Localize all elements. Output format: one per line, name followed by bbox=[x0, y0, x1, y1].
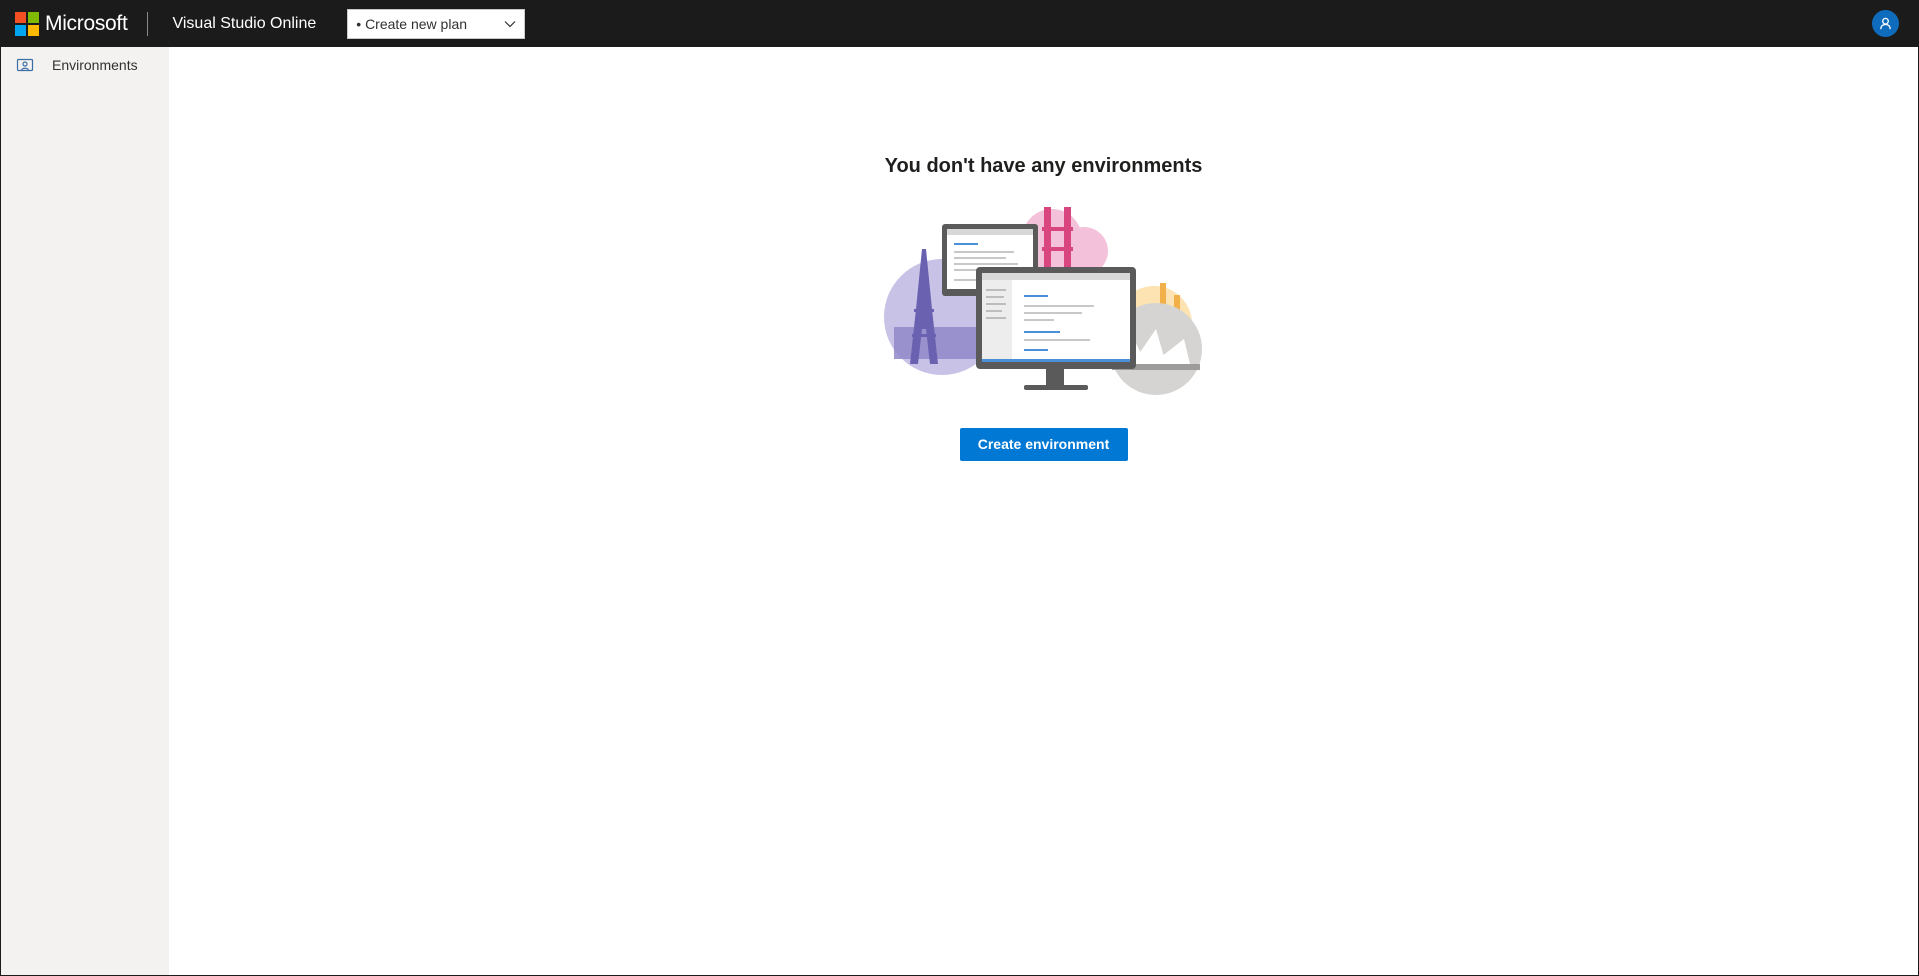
plan-dropdown-value: • Create new plan bbox=[356, 16, 468, 32]
world-landmarks-monitors-illustration bbox=[883, 207, 1202, 395]
microsoft-logo[interactable]: Microsoft bbox=[15, 1, 128, 47]
empty-state: You don't have any environments Create e… bbox=[169, 151, 1918, 461]
microsoft-logo-icon bbox=[15, 12, 39, 36]
sidebar-item-environments[interactable]: Environments bbox=[1, 47, 169, 83]
main-content: You don't have any environments Create e… bbox=[169, 47, 1918, 975]
person-icon bbox=[1880, 17, 1891, 30]
header-divider bbox=[147, 12, 149, 36]
top-bar: Microsoft Visual Studio Online • Create … bbox=[1, 1, 1918, 47]
brand-name: Microsoft bbox=[45, 12, 128, 35]
sidebar-item-label: Environments bbox=[52, 57, 138, 73]
product-title[interactable]: Visual Studio Online bbox=[172, 15, 316, 33]
empty-state-title: You don't have any environments bbox=[884, 155, 1203, 177]
create-environment-button[interactable]: Create environment bbox=[959, 428, 1128, 461]
user-avatar[interactable] bbox=[1872, 10, 1899, 37]
environments-icon bbox=[16, 58, 34, 72]
chevron-down-icon bbox=[504, 21, 516, 28]
plan-dropdown[interactable]: • Create new plan bbox=[347, 9, 526, 39]
sidebar: Environments bbox=[1, 47, 169, 975]
